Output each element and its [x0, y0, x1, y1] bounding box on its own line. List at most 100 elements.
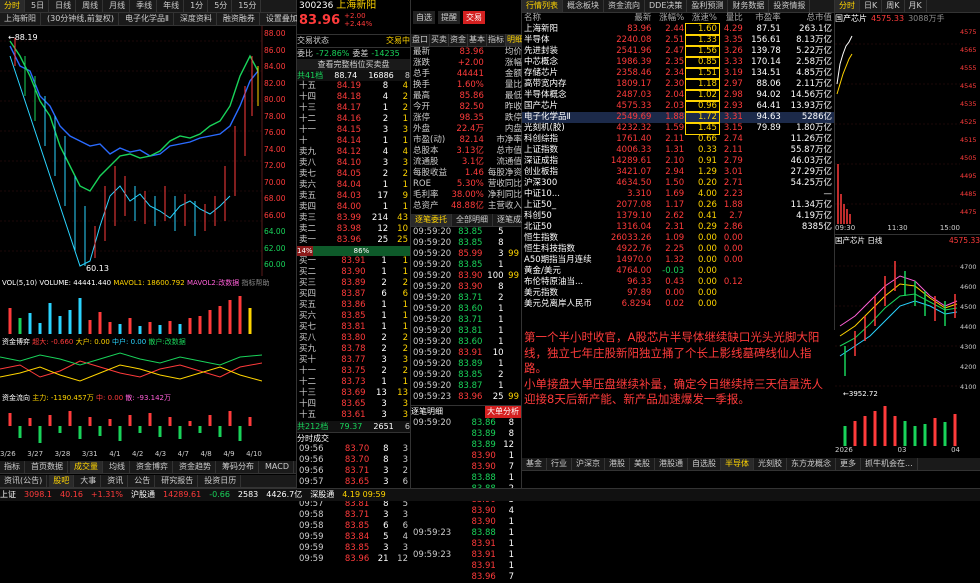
bid-row[interactable]: 买九 83.78 2 2 [297, 344, 410, 355]
bid-row[interactable]: 买三 83.89 2 2 [297, 278, 410, 289]
minute-row[interactable]: 09:56 83.71 3 2 [297, 466, 410, 477]
bid-row[interactable]: 买六 83.85 1 1 [297, 311, 410, 322]
stats-tab-1[interactable]: 买卖 [430, 34, 449, 46]
bid-row[interactable]: 十三 83.69 13 13 [297, 388, 410, 399]
sector-row[interactable]: 科创50 1379.10 2.62 0.41 2.7 4.19万亿 [522, 211, 834, 222]
tick-row[interactable]: 09:59:20 83.85 8 [411, 238, 521, 249]
sector-header-cell[interactable]: 市盈率 [745, 13, 783, 24]
sector-row[interactable]: 北证50 1316.04 2.31 0.29 2.86 8385亿 [522, 222, 834, 233]
news-tab-2[interactable]: 大事 [76, 475, 102, 487]
bid-row[interactable]: 买一 83.91 1 1 [297, 256, 410, 267]
list-tab-4[interactable]: 盈利预测 [687, 0, 729, 12]
big-order-row[interactable]: 83.90 1 [411, 517, 521, 528]
tick-row[interactable]: 09:59:20 83.89 1 [411, 359, 521, 370]
big-order-row[interactable]: 83.90 1 [411, 451, 521, 462]
ask-row[interactable]: 卖六 84.04 1 1 [297, 180, 410, 191]
ask-row[interactable]: 卖五 84.03 17 9 [297, 191, 410, 202]
tick-row[interactable]: 09:59:20 83.81 1 [411, 326, 521, 337]
ask-row[interactable]: 卖七 84.05 2 2 [297, 169, 410, 180]
view-book-button[interactable]: 查看完整档位买卖盘 [297, 59, 410, 70]
tab-period-9[interactable]: 15分 [234, 0, 262, 12]
ind-tab-0[interactable]: 指标 [0, 461, 25, 473]
stats-tab-2[interactable]: 资金 [449, 34, 468, 46]
ask-row[interactable]: 十五 84.19 8 4 [297, 81, 410, 92]
mkt-tab-7[interactable]: 半导体 [721, 458, 754, 470]
mini-tab-1[interactable]: 日K [860, 0, 883, 12]
tick-row[interactable]: 09:59:20 83.71 1 [411, 315, 521, 326]
sector-header-cell[interactable]: 名称 [522, 13, 603, 24]
tick-row[interactable]: 09:59:23 83.96 25 99 [411, 392, 521, 403]
ind-tab-3[interactable]: 均线 [105, 461, 130, 473]
mkt-tab-3[interactable]: 港股 [605, 458, 630, 470]
sector-row[interactable]: A50期指当月连续 14970.0 1.32 0.00 0.00 [522, 255, 834, 266]
sector-row[interactable]: 光刻机(胶) 4232.32 1.59 1.45 3.15 79.89 1.80万亿 [522, 122, 834, 135]
tick-row[interactable]: 09:59:20 83.85 5 [411, 227, 521, 238]
minute-row[interactable]: 09:56 83.70 8 3 [297, 455, 410, 466]
list-tab-5[interactable]: 财务数据 [728, 0, 770, 12]
tick-row[interactable]: 09:59:20 83.90 100 99 [411, 271, 521, 282]
sector-row[interactable]: 电子化学品Ⅱ 2549.69 1.88 1.72 3.31 94.63 5286亿 [522, 111, 834, 124]
mkt-tab-4[interactable]: 美股 [630, 458, 655, 470]
bid-row[interactable]: 十一 83.75 2 2 [297, 366, 410, 377]
tick-row[interactable]: 09:59:20 83.91 10 [411, 348, 521, 359]
tab-period-6[interactable]: 年线 [159, 0, 185, 12]
mkt-tab-9[interactable]: 东方龙概念 [787, 458, 836, 470]
news-tab-1[interactable]: 股吧 [49, 475, 75, 487]
mkt-tab-6[interactable]: 自选股 [688, 458, 721, 470]
minute-row[interactable]: 09:56 83.70 8 3 [297, 444, 410, 455]
list-tab-6[interactable]: 投资情报 [769, 0, 811, 12]
mkt-tab-8[interactable]: 光刻胶 [754, 458, 787, 470]
ask-row[interactable]: 卖九 84.12 4 4 [297, 147, 410, 158]
sector-row[interactable]: 深证成指 14289.61 2.10 0.91 2.79 46.03万亿 [522, 156, 834, 167]
big-order-row[interactable]: 83.89 8 [411, 429, 521, 440]
sector-header-cell[interactable]: 总市值 [783, 13, 834, 24]
tab-period-0[interactable]: 分时 [0, 0, 25, 12]
sector-header-cell[interactable]: 涨速% [686, 13, 719, 24]
sector-row[interactable]: 中芯概念 1986.39 2.35 0.85 3.33 170.14 2.58万亿 [522, 56, 834, 69]
news-tab-4[interactable]: 公告 [130, 475, 156, 487]
big-order-row[interactable]: 09:59:23 83.88 1 [411, 528, 521, 539]
ind-tab-4[interactable]: 资金博弈 [132, 461, 173, 473]
ask-row[interactable]: 卖八 84.10 3 3 [297, 158, 410, 169]
ask-row[interactable]: 十二 84.16 2 1 [297, 114, 410, 125]
stats-tab-4[interactable]: 指标 [487, 34, 506, 46]
news-tab-0[interactable]: 资讯(公告) [0, 475, 48, 487]
big-order-button[interactable]: 大单分析 [485, 406, 521, 418]
tab-period-2[interactable]: 日线 [51, 0, 77, 12]
mini-tab-2[interactable]: 周K [882, 0, 905, 12]
bid-row[interactable]: 十二 83.73 1 1 [297, 377, 410, 388]
tick-row[interactable]: 09:59:20 83.85 1 [411, 260, 521, 271]
sector-row[interactable]: 上证50_ 2077.08 1.17 0.26 1.88 11.34万亿 [522, 200, 834, 211]
news-tab-3[interactable]: 资讯 [103, 475, 129, 487]
ind-tab-7[interactable]: MACD [261, 461, 294, 473]
tick-row[interactable]: 09:59:20 83.87 1 [411, 381, 521, 392]
sector-row[interactable]: 国产芯片 4575.33 2.03 0.96 2.93 64.41 13.93万亿 [522, 100, 834, 113]
bid-row[interactable]: 十五 83.61 3 3 [297, 410, 410, 421]
sector-row[interactable]: 美元兑离岸人民币 6.8294 0.02 0.00 [522, 299, 834, 310]
vol-help[interactable]: 指标帮助 [241, 279, 269, 287]
sector-row[interactable]: 中证10... 3.310 1.69 4.00 2.23— [522, 189, 834, 200]
ask-row[interactable]: 十 84.14 1 1 [297, 136, 410, 147]
sector-row[interactable]: 存储芯片 2358.46 2.34 1.51 3.19 134.51 4.85万亿 [522, 67, 834, 80]
mini-kline-chart[interactable]: ←3952.72 [835, 246, 980, 446]
minute-row[interactable]: 09:59 83.96 21 12 [297, 554, 410, 565]
sector-row[interactable]: 创业板指 3421.07 2.94 1.29 3.01 27.29万亿 [522, 167, 834, 178]
minute-row[interactable]: 09:59 83.84 5 4 [297, 532, 410, 543]
select-button[interactable]: 自选 [413, 10, 435, 24]
tick-row[interactable]: 09:59:20 83.60 1 [411, 337, 521, 348]
bid-row[interactable]: 买七 83.81 1 1 [297, 322, 410, 333]
list-tab-2[interactable]: 资金流向 [604, 0, 645, 12]
mkt-tab-2[interactable]: 沪深京 [572, 458, 605, 470]
mkt-tab-5[interactable]: 港股通 [655, 458, 688, 470]
tab-period-7[interactable]: 1分 [186, 0, 209, 12]
tab-period-1[interactable]: 5日 [27, 0, 50, 12]
alert-button[interactable]: 提醒 [438, 10, 460, 24]
sector-row[interactable]: 上海新阳 83.96 2.44 1.60 4.29 87.51 263.1亿 [522, 23, 834, 36]
minute-row[interactable]: 09:58 83.71 3 3 [297, 510, 410, 521]
chart-badge-2[interactable]: 融资融券 [219, 13, 260, 25]
big-order-row[interactable]: 09:59:23 83.91 1 [411, 550, 521, 561]
ask-row[interactable]: 卖一 83.96 25 25 [297, 235, 410, 246]
list-tab-1[interactable]: 概念板块 [563, 0, 604, 12]
sector-row[interactable]: 半导体概念 2487.03 2.04 1.02 2.98 94.02 14.56万亿 [522, 89, 834, 102]
tab-period-8[interactable]: 5分 [210, 0, 233, 12]
